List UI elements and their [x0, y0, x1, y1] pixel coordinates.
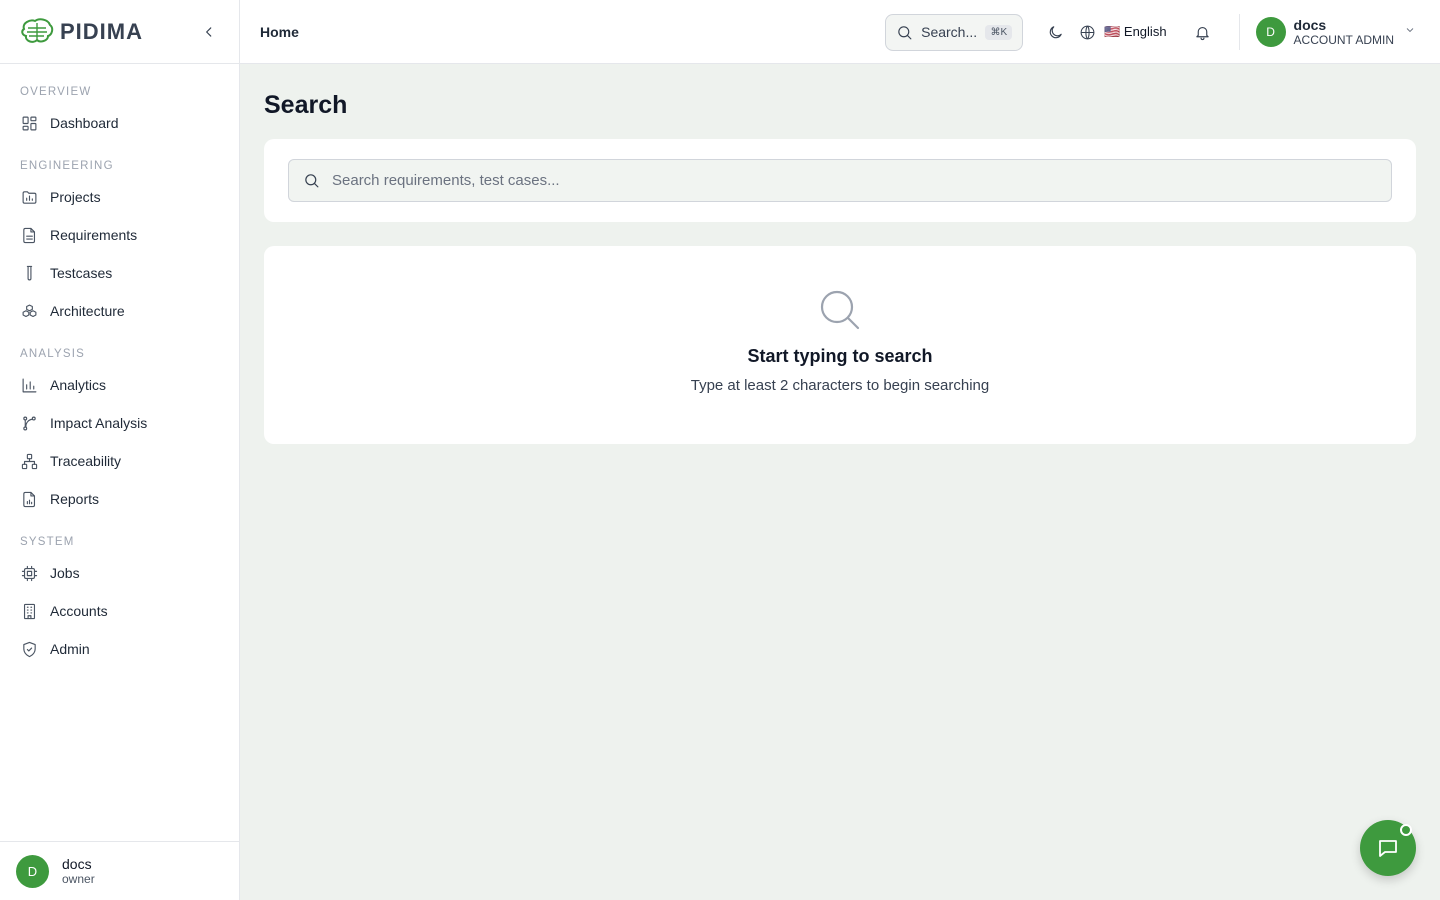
sidebar-item-testcases[interactable]: Testcases — [0, 254, 239, 292]
document-icon — [20, 226, 38, 244]
sidebar-user[interactable]: D docs owner — [0, 841, 239, 900]
sidebar-item-admin[interactable]: Admin — [0, 630, 239, 668]
search-icon — [898, 25, 912, 39]
global-search-button[interactable]: Search... ⌘K — [885, 13, 1024, 51]
sidebar-item-label: Analytics — [50, 377, 107, 393]
sidebar-item-traceability[interactable]: Traceability — [0, 442, 239, 480]
user-name: docs — [62, 856, 92, 872]
top-header: Home Search... ⌘K 🇺🇸 English D docs ACCO… — [240, 0, 1440, 64]
user-role: owner — [62, 872, 95, 886]
folder-chart-icon — [20, 188, 38, 206]
user-role: ACCOUNT ADMIN — [1293, 32, 1394, 47]
dashboard-icon — [20, 114, 38, 132]
building-icon — [20, 602, 38, 620]
breadcrumb[interactable]: Home — [260, 24, 299, 40]
git-branch-icon — [20, 414, 38, 432]
sidebar-item-analytics[interactable]: Analytics — [0, 366, 239, 404]
user-menu-info: docs ACCOUNT ADMIN — [1293, 16, 1394, 47]
empty-state-title: Start typing to search — [747, 346, 933, 366]
page-title: Search — [264, 91, 348, 119]
user-menu[interactable]: D docs ACCOUNT ADMIN — [1238, 14, 1416, 50]
collapse-sidebar-button[interactable] — [199, 22, 219, 42]
brain-logo-icon — [20, 17, 54, 47]
search-icon — [818, 288, 862, 332]
sidebar-nav: OVERVIEW Dashboard ENGINEERING Projects … — [0, 64, 239, 668]
sidebar-item-jobs[interactable]: Jobs — [0, 554, 239, 592]
avatar: D — [16, 854, 49, 888]
sidebar-item-requirements[interactable]: Requirements — [0, 216, 239, 254]
sidebar-item-label: Dashboard — [50, 115, 119, 131]
search-input[interactable] — [332, 172, 1377, 189]
sidebar-item-architecture[interactable]: Architecture — [0, 292, 239, 330]
network-icon — [20, 452, 38, 470]
search-field[interactable] — [288, 159, 1392, 202]
nav-section-analysis: ANALYSIS Analytics Impact Analysis Trace… — [0, 348, 239, 518]
nav-section-title: ANALYSIS — [20, 348, 85, 360]
sidebar-item-label: Impact Analysis — [50, 415, 148, 431]
sidebar-item-projects[interactable]: Projects — [0, 178, 239, 216]
search-button-label: Search... — [921, 24, 978, 40]
empty-state-card: Start typing to search Type at least 2 c… — [264, 246, 1416, 444]
sidebar-item-label: Reports — [50, 491, 100, 507]
language-label: 🇺🇸 English — [1104, 24, 1167, 39]
main-content: Search Start typing to search Type at le… — [264, 64, 1416, 444]
sidebar-item-label: Projects — [50, 189, 101, 205]
notification-dot — [1400, 824, 1412, 836]
nav-section-title: SYSTEM — [20, 536, 75, 548]
nav-section-system: SYSTEM Jobs Accounts Admin — [0, 536, 239, 668]
nav-section-title: OVERVIEW — [20, 86, 92, 98]
sidebar-item-label: Architecture — [50, 303, 125, 319]
sidebar-item-label: Traceability — [50, 453, 122, 469]
nav-section-overview: OVERVIEW Dashboard — [0, 86, 239, 142]
moon-icon — [1049, 25, 1062, 38]
sidebar: PIDIMA OVERVIEW Dashboard ENGINEERING Pr… — [0, 0, 240, 900]
nav-section-engineering: ENGINEERING Projects Requirements Testca… — [0, 160, 239, 330]
avatar: D — [1255, 17, 1286, 47]
sidebar-user-info: docs owner — [62, 856, 95, 886]
user-name: docs — [1293, 16, 1327, 33]
boxes-icon — [20, 302, 38, 320]
sidebar-item-label: Requirements — [50, 227, 138, 243]
chat-button[interactable] — [1360, 820, 1416, 876]
sidebar-item-label: Jobs — [50, 565, 80, 581]
bell-icon — [1196, 26, 1209, 40]
search-icon — [305, 174, 319, 188]
test-tube-icon — [20, 264, 38, 282]
sidebar-item-impact-analysis[interactable]: Impact Analysis — [0, 404, 239, 442]
shield-check-icon — [20, 640, 38, 658]
chevron-left-icon — [206, 27, 212, 37]
report-icon — [20, 490, 38, 508]
keyboard-shortcut: ⌘K — [985, 24, 1013, 40]
sidebar-item-reports[interactable]: Reports — [0, 480, 239, 518]
cpu-icon — [20, 564, 38, 582]
theme-toggle-button[interactable] — [1037, 14, 1073, 50]
sidebar-item-label: Accounts — [50, 603, 108, 619]
globe-icon — [1080, 25, 1095, 39]
brand-name: PIDIMA — [60, 18, 143, 44]
sidebar-item-label: Admin — [50, 641, 90, 657]
sidebar-item-label: Testcases — [50, 265, 113, 281]
sidebar-item-accounts[interactable]: Accounts — [0, 592, 239, 630]
nav-section-title: ENGINEERING — [20, 160, 114, 172]
empty-state-subtitle: Type at least 2 characters to begin sear… — [690, 377, 990, 394]
bar-chart-icon — [20, 376, 38, 394]
search-card — [264, 139, 1416, 222]
language-selector[interactable]: 🇺🇸 English — [1079, 24, 1167, 41]
header-actions: Search... ⌘K 🇺🇸 English D docs ACCOUNT A… — [885, 0, 1440, 64]
notifications-button[interactable] — [1185, 14, 1221, 50]
chevron-down-icon — [1404, 23, 1416, 41]
sidebar-item-dashboard[interactable]: Dashboard — [0, 104, 239, 142]
brand: PIDIMA — [0, 0, 239, 64]
chat-bubble-icon — [1379, 840, 1397, 857]
